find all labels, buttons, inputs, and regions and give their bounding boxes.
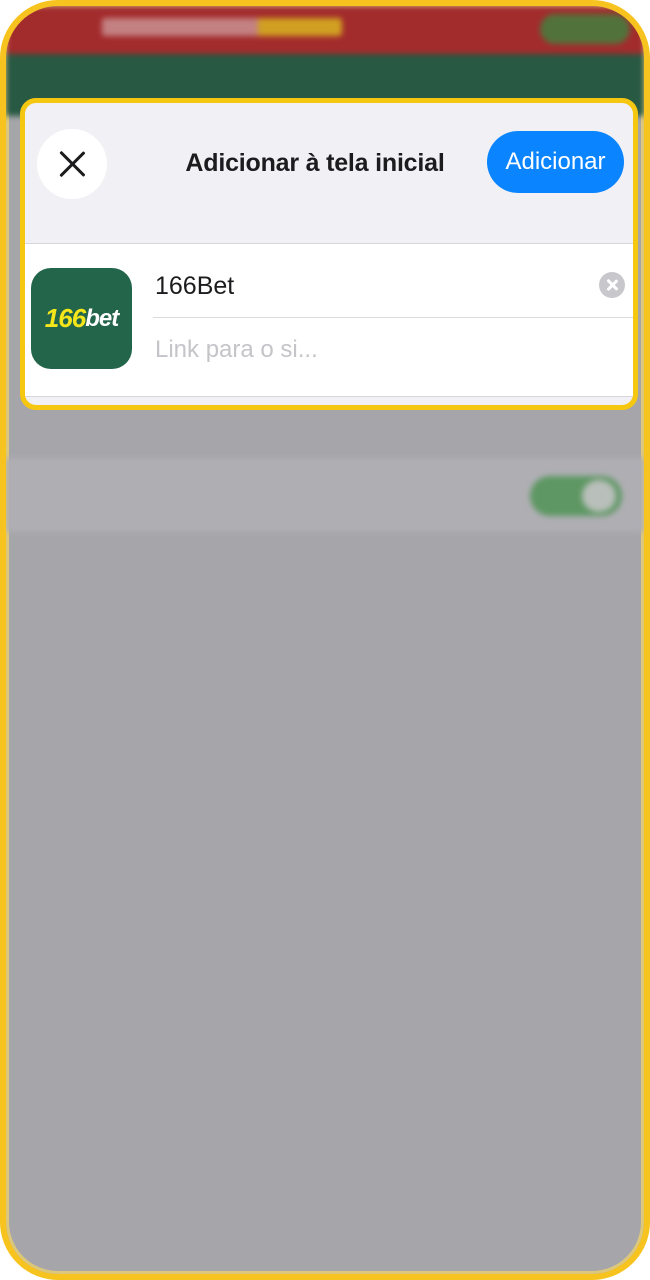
- site-link-field[interactable]: Link para o si...: [155, 336, 615, 376]
- phone-frame: Adicionar à tela inicial Adicionar 166 be…: [0, 0, 650, 1280]
- close-button[interactable]: [37, 129, 107, 199]
- app-icon: 166 bet: [31, 268, 132, 369]
- app-icon-word: bet: [85, 304, 119, 332]
- sheet-title: Adicionar à tela inicial: [185, 149, 445, 177]
- shortcut-name-value: 166Bet: [155, 272, 235, 300]
- app-icon-number: 166: [44, 303, 86, 333]
- close-icon: [57, 149, 87, 179]
- add-to-home-sheet: Adicionar à tela inicial Adicionar 166 be…: [20, 98, 638, 410]
- shortcut-form: 166 bet 166Bet Link para o si...: [25, 243, 633, 397]
- shortcut-name-field[interactable]: 166Bet: [153, 244, 633, 318]
- clear-circle-icon: [606, 279, 618, 291]
- add-button[interactable]: Adicionar: [487, 131, 624, 193]
- clear-name-button[interactable]: [599, 272, 625, 298]
